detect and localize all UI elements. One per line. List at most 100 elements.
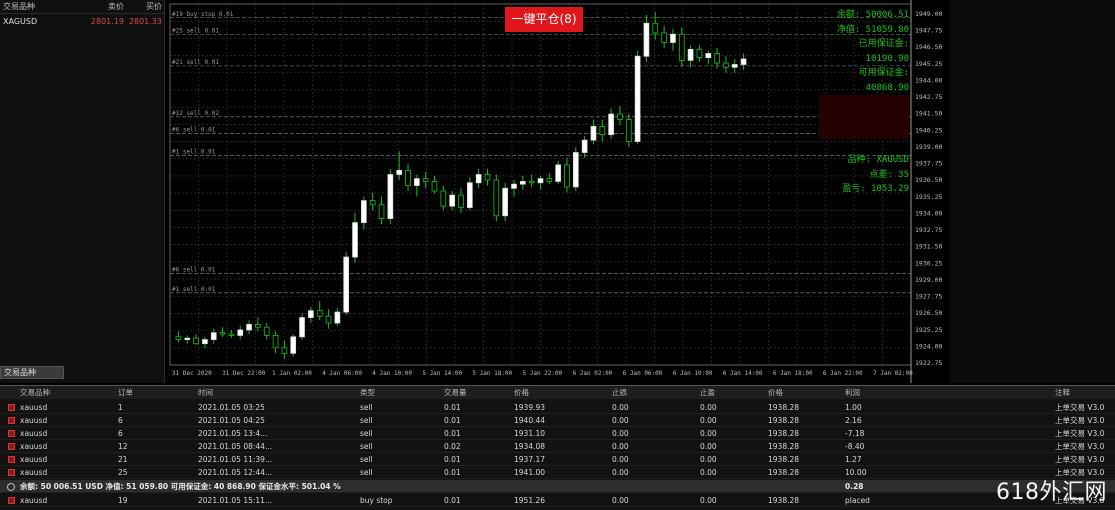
candle-body (687, 48, 694, 61)
candle-body (414, 178, 420, 186)
mw-ask: 2801.33 (128, 16, 162, 26)
time-axis-label: 6 Jan 14:00 (723, 370, 763, 377)
mw-symbols-tab[interactable]: 交易品种 (0, 366, 64, 379)
account-info-line (819, 124, 909, 139)
candle-body (405, 170, 411, 186)
column-header: 类型 (360, 388, 375, 397)
time-axis-label: 4 Jan 06:00 (322, 370, 362, 377)
price-axis-label: 1947.75 (915, 27, 942, 35)
mw-bid: 2801.19 (90, 16, 124, 26)
trade-cell-price: 1938.28 (768, 496, 800, 505)
trade-cell-comment: 上单交易 V3.0 (1055, 455, 1105, 464)
candle-body (475, 174, 482, 184)
trade-row[interactable]: xauusd 21 2021.01.05 11:39... sell 0.01 1937.… (0, 453, 1115, 466)
trade-cell-price: 1938.28 (768, 429, 800, 438)
time-axis-label: 6 Jan 18:00 (773, 370, 813, 377)
balance-summary-text: 余额: 50 006.51 USD 净值: 51 059.80 可用保证金: 4… (20, 482, 341, 491)
trade-table-header[interactable]: 交易品种 订单 时间 类型 交易量 价格 止损 止盈 价格 利润 注释 (0, 386, 1115, 399)
time-axis-label: 5 Jan 22:00 (523, 370, 563, 377)
candle-body (590, 125, 597, 141)
candle-body (184, 337, 191, 340)
price-axis-label: 1937.75 (915, 160, 942, 168)
candle-body (449, 194, 455, 207)
trade-row[interactable]: xauusd 6 2021.01.05 13:4... sell 0.01 1931.10… (0, 427, 1115, 440)
trade-cell-comment: 上单交易 V3.0 (1055, 416, 1105, 425)
trade-cell-price: 1938.28 (768, 403, 800, 412)
candle-body (308, 310, 314, 318)
candle-body (352, 222, 358, 258)
account-info-line: 净值: 51059.80 (836, 24, 909, 35)
trade-cell-tp: 0.00 (700, 403, 717, 412)
close-all-button[interactable]: 一键平仓(8) (505, 7, 583, 32)
order-type-icon (8, 430, 15, 437)
candle-body (431, 181, 438, 192)
candle-body (422, 178, 429, 182)
trade-cell-price: 1938.28 (768, 468, 800, 477)
account-info-line: 点差: 35 (869, 169, 909, 180)
mw-col-symbol[interactable]: 交易品种 (0, 1, 84, 12)
order-type-icon (8, 456, 15, 463)
account-info-overlay: 余额: 50006.51 净值: 51059.80 已用保证金: 10190.90 可… (819, 8, 909, 197)
price-axis-label: 1931.50 (915, 243, 942, 251)
candle-body (228, 333, 235, 336)
trade-cell-profit: 1.00 (845, 403, 862, 412)
trade-cell-profit: -7.18 (845, 429, 865, 438)
candle-body (299, 317, 305, 338)
time-axis-label: 1 Jan 02:00 (272, 370, 312, 377)
candle-body (202, 339, 208, 345)
trade-cell-time: 2021.01.05 08:44... (198, 442, 273, 451)
time-axis-label: 31 Dec 2020 (172, 370, 212, 377)
time-axis-label: 6 Jan 06:00 (623, 370, 663, 377)
order-line-label: #12 sell 0.02 (172, 110, 219, 117)
order-line-label: #6 sell 0.01 (172, 126, 216, 133)
price-axis-label: 1944.00 (915, 76, 942, 84)
price-axis-label: 1942.75 (915, 93, 942, 101)
price-axis-label: 1941.50 (915, 110, 942, 118)
trade-cell-type: sell (360, 403, 373, 412)
candle-body (617, 113, 623, 120)
candle-body (467, 182, 473, 208)
trade-cell-sl: 0.00 (612, 468, 629, 477)
candle-body (281, 347, 288, 354)
price-chart[interactable]: #19 buy stop 0.01 #25 sell 0.01 #21 sell 0… (166, 0, 949, 383)
price-axis-label: 1940.25 (915, 126, 942, 134)
trade-cell-volume: 0.01 (444, 403, 461, 412)
trade-cell-time: 2021.01.05 04:25 (198, 416, 265, 425)
trade-row[interactable]: xauusd 1 2021.01.05 03:25 sell 0.01 1939.93 0.… (0, 401, 1115, 414)
trade-cell-sl: 0.00 (612, 442, 629, 451)
trade-cell-volume: 0.01 (444, 455, 461, 464)
trade-row[interactable]: xauusd 6 2021.01.05 04:25 sell 0.01 1940.44 0.… (0, 414, 1115, 427)
candle-body (528, 181, 535, 184)
candle-body (440, 190, 447, 207)
time-axis-label: 6 Jan 02:00 (573, 370, 613, 377)
price-axis-label: 1924.00 (915, 342, 942, 350)
price-axis-label: 1929.00 (915, 276, 942, 284)
trade-cell-price: 1938.28 (768, 416, 800, 425)
column-header: 时间 (198, 388, 213, 397)
candle-body (175, 336, 182, 340)
candle-body (705, 53, 712, 59)
column-header: 价格 (514, 388, 529, 397)
balance-summary-row[interactable]: 余额: 50 006.51 USD 净值: 51 059.80 可用保证金: 4… (0, 480, 1115, 493)
trade-row[interactable]: xauusd 25 2021.01.05 12:44... sell 0.01 1941.… (0, 466, 1115, 479)
trade-cell-open: 1934.08 (514, 442, 546, 451)
price-axis-label: 1922.75 (915, 359, 942, 367)
mw-col-ask[interactable]: 买价 (124, 1, 162, 12)
price-axis-label: 1939.00 (915, 143, 942, 151)
trade-cell-open: 1939.93 (514, 403, 546, 412)
pending-order-row[interactable]: xauusd 19 2021.01.05 15:11... buy stop 0.01 1… (0, 494, 1115, 507)
price-axis-label: 1936.50 (915, 176, 942, 184)
order-line-label: #1 sell 0.01 (172, 148, 216, 155)
trade-cell-profit: -8.40 (845, 442, 865, 451)
order-line-label: #21 sell 0.01 (172, 59, 219, 66)
account-info-line: 余额: 50006.51 (836, 10, 909, 20)
candle-body (493, 179, 500, 217)
trade-row[interactable]: xauusd 12 2021.01.05 08:44... sell 0.02 1934.… (0, 440, 1115, 453)
trade-cell-sl: 0.00 (612, 429, 629, 438)
trade-cell-order: 19 (118, 496, 128, 505)
mw-col-bid[interactable]: 卖价 (84, 1, 124, 12)
trade-cell-time: 2021.01.05 15:11... (198, 496, 273, 505)
trade-cell-sl: 0.00 (612, 416, 629, 425)
mw-symbol-row[interactable]: XAGUSD 2801.19 2801.33 (0, 14, 164, 28)
time-axis-label: 6 Jan 22:00 (823, 370, 863, 377)
